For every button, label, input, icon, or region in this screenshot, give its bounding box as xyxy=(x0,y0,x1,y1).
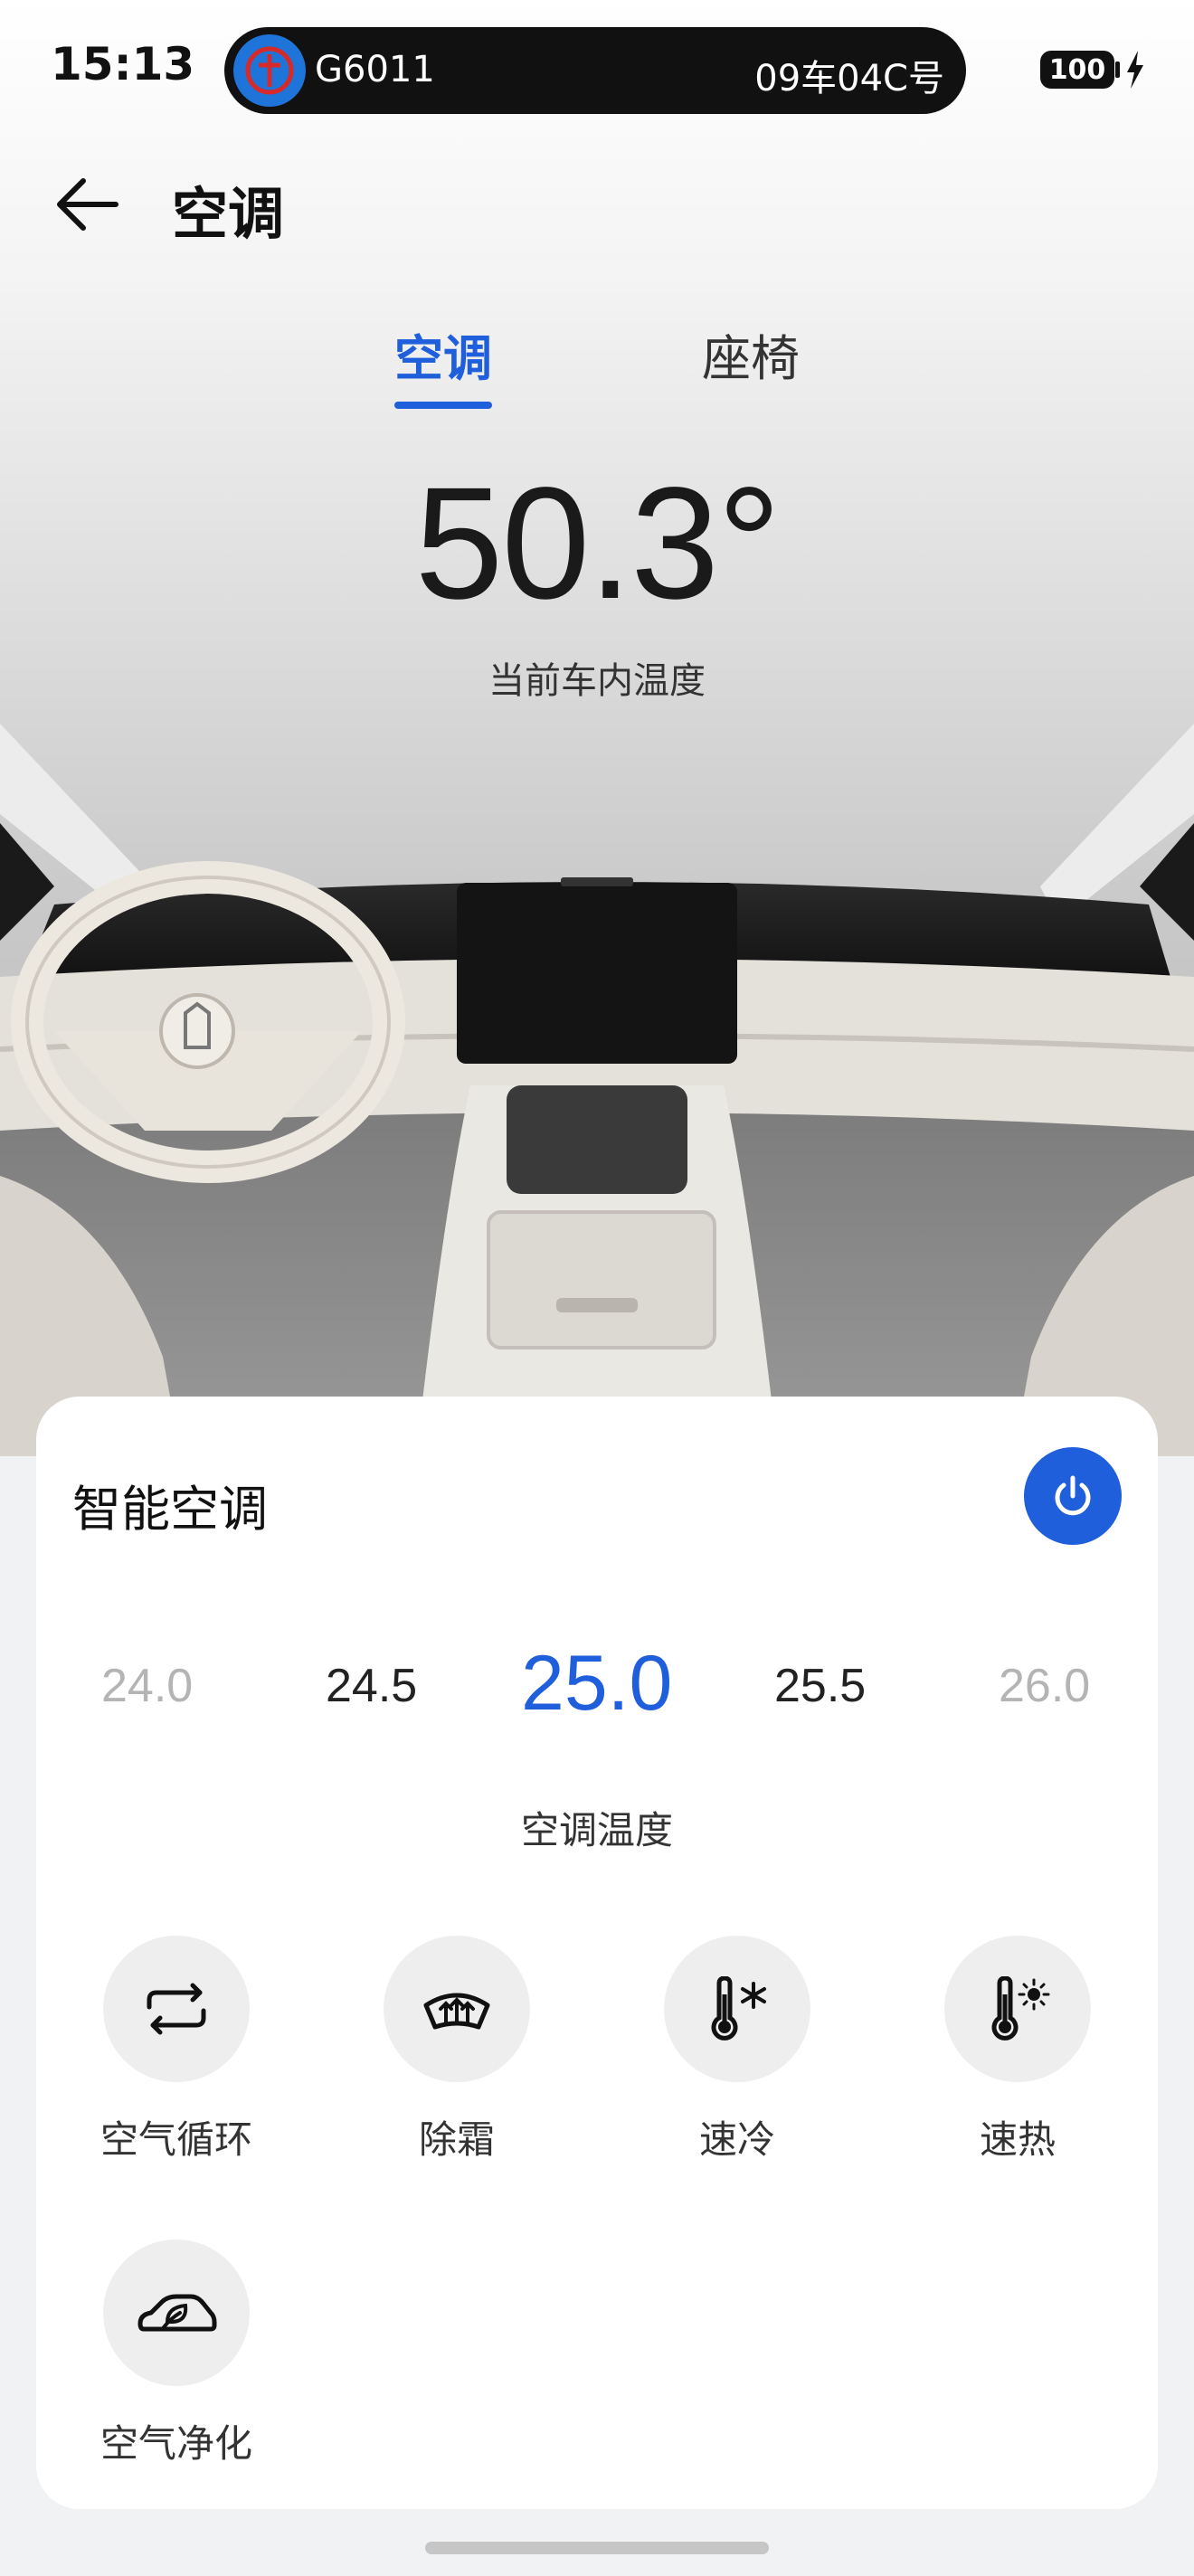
arrow-left-icon[interactable] xyxy=(52,170,121,239)
temp-option-25-5[interactable]: 25.5 xyxy=(774,1659,866,1713)
page-title: 空调 xyxy=(172,181,285,247)
power-button[interactable] xyxy=(1024,1447,1122,1545)
home-indicator[interactable] xyxy=(425,2542,769,2554)
tab-seat[interactable]: 座椅 xyxy=(702,318,800,390)
charging-bolt-icon xyxy=(1127,51,1143,89)
defrost-button[interactable]: 除霜 xyxy=(353,1936,561,2164)
active-tab-indicator xyxy=(394,402,492,409)
quick-heat-button[interactable]: 速热 xyxy=(914,1936,1122,2164)
car-interior-image xyxy=(0,724,1194,1456)
ac-temperature-label: 空调温度 xyxy=(520,1808,673,1852)
cabin-temperature-label: 当前车内温度 xyxy=(488,660,706,702)
air-circulation-label: 空气循环 xyxy=(100,2117,252,2162)
air-purify-icon xyxy=(137,2294,217,2332)
air-purify-label: 空气净化 xyxy=(100,2421,252,2466)
china-railway-logo-icon xyxy=(233,34,306,107)
quick-cool-icon xyxy=(711,1976,766,2041)
temp-option-selected[interactable]: 25.0 xyxy=(521,1639,672,1728)
train-ticket-pill[interactable]: G6011 09车04C号 xyxy=(224,27,966,114)
seat-number: 09车04C号 xyxy=(754,58,944,99)
quick-heat-label: 速热 xyxy=(979,2117,1056,2162)
status-bar: 15:13 G6011 09车04C号 100 xyxy=(0,0,1194,136)
tab-air-conditioning[interactable]: 空调 xyxy=(394,318,492,390)
temp-option-24-5[interactable]: 24.5 xyxy=(326,1659,417,1713)
temp-option-26-0[interactable]: 26.0 xyxy=(999,1659,1090,1713)
temp-option-24-0[interactable]: 24.0 xyxy=(101,1659,193,1713)
train-number: G6011 xyxy=(315,49,435,90)
quick-cool-button[interactable]: 速冷 xyxy=(633,1936,841,2164)
card-title: 智能空调 xyxy=(72,1481,268,1538)
air-circulation-icon xyxy=(147,1983,206,2035)
smart-ac-card: 智能空调 24.0 24.5 25.0 25.5 26.0 空调温度 空气循环 xyxy=(36,1397,1158,2509)
air-circulation-button[interactable]: 空气循环 xyxy=(72,1936,280,2164)
battery-indicator: 100 xyxy=(1040,51,1114,89)
battery-cap xyxy=(1115,62,1120,78)
cabin-temperature: 50.3° xyxy=(414,455,782,632)
defrost-icon xyxy=(423,1993,490,2030)
defrost-label: 除霜 xyxy=(418,2117,495,2162)
quick-heat-icon xyxy=(991,1976,1050,2041)
power-icon xyxy=(1055,1475,1091,1516)
status-time: 15:13 xyxy=(51,38,195,90)
quick-cool-label: 速冷 xyxy=(698,2117,775,2162)
air-purify-button[interactable]: 空气净化 xyxy=(72,2240,280,2468)
